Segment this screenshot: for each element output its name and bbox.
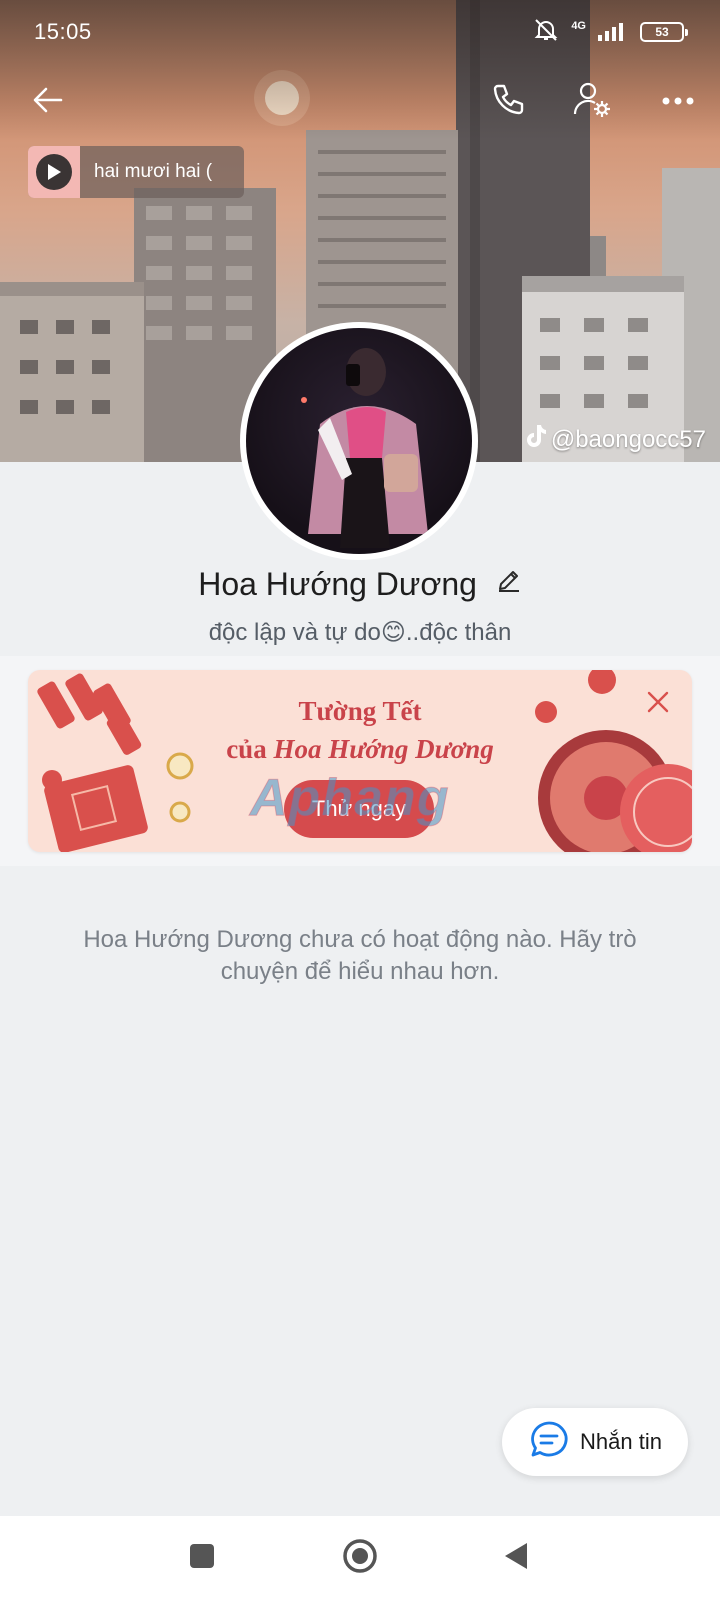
banner-title-line1: Tường Tết [298, 696, 422, 726]
back-button[interactable] [22, 76, 74, 128]
pencil-icon[interactable] [496, 564, 522, 601]
phone-icon [490, 82, 526, 123]
banner-title: Tường Tết của Hoa Hướng Dương [28, 692, 692, 768]
more-options-button[interactable] [652, 76, 704, 128]
profile-name-row: Hoa Hướng Dương [0, 566, 720, 605]
system-back-button[interactable] [494, 1536, 538, 1580]
avatar-photo [246, 328, 472, 554]
network-type: 4G [571, 20, 586, 32]
banner-section: Tường Tết của Hoa Hướng Dương Thử ngay A… [0, 656, 720, 866]
status-time: 15:05 [34, 19, 92, 44]
music-title: hai mươi hai ( [94, 161, 213, 182]
signal-icon [598, 19, 628, 46]
recents-button[interactable] [180, 1536, 224, 1580]
music-thumbnail [28, 146, 80, 198]
user-settings-icon [572, 80, 612, 125]
profile-settings-button[interactable] [566, 76, 618, 128]
status-indicators: 4G 53 [533, 17, 688, 48]
tiktok-watermark: @baongocc57 [525, 424, 706, 455]
banner-title-name: Hoa Hướng Dương [273, 734, 494, 764]
profile-music-chip[interactable]: hai mươi hai ( [28, 146, 244, 198]
battery-indicator: 53 [640, 22, 688, 42]
tiktok-icon [525, 424, 547, 455]
avatar[interactable] [240, 322, 478, 560]
play-icon[interactable] [36, 154, 72, 190]
chat-bubble-icon [528, 1419, 570, 1466]
try-now-button[interactable]: Thử ngay [284, 780, 434, 838]
home-circle-icon [342, 1538, 378, 1579]
home-button[interactable] [338, 1536, 382, 1580]
message-button-label: Nhắn tin [580, 1429, 662, 1454]
banner-title-line2: của Hoa Hướng Dương [28, 730, 692, 768]
banner-close-button[interactable] [646, 690, 670, 719]
close-icon [646, 691, 670, 718]
square-icon [189, 1543, 215, 1574]
profile-name: Hoa Hướng Dương [198, 566, 477, 602]
empty-feed-message: Hoa Hướng Dương chưa có hoạt động nào. H… [83, 926, 637, 985]
banner-title-prefix: của [226, 734, 274, 764]
more-dots-icon [662, 93, 694, 111]
arrow-left-icon [31, 83, 65, 122]
call-button[interactable] [482, 76, 534, 128]
mute-bell-icon [533, 17, 559, 48]
triangle-back-icon [503, 1541, 529, 1576]
system-navigation-bar [0, 1516, 720, 1600]
profile-bio: độc lập và tự do😊..độc thân [208, 619, 512, 646]
status-bar: 15:05 4G 53 [0, 0, 720, 64]
tiktok-handle: @baongocc57 [550, 425, 706, 453]
message-button[interactable]: Nhắn tin [502, 1408, 688, 1476]
tet-wall-banner[interactable]: Tường Tết của Hoa Hướng Dương Thử ngay A… [28, 670, 692, 852]
